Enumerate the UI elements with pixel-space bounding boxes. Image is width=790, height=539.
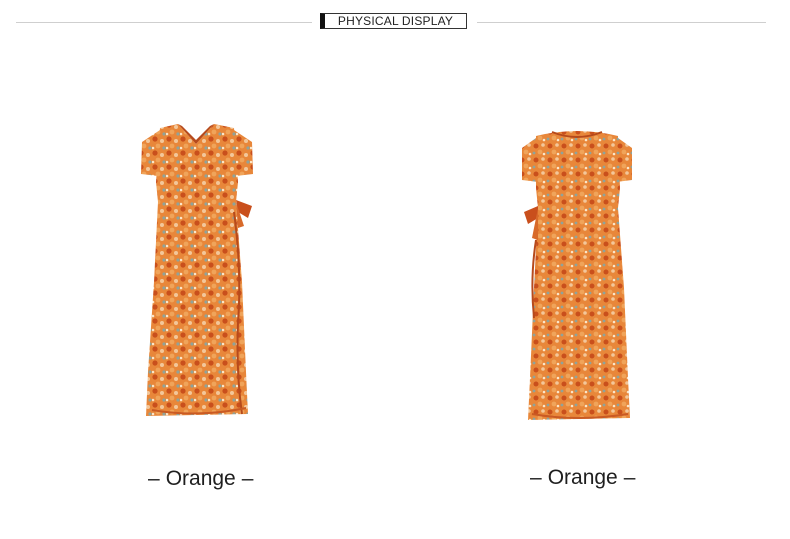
header-divider-left	[16, 22, 312, 23]
section-title: PHYSICAL DISPLAY	[320, 13, 467, 29]
color-label: Orange	[547, 466, 618, 489]
caption-dash-left: –	[148, 467, 160, 490]
back-color-caption: – Orange –	[524, 466, 641, 490]
front-color-caption: – Orange –	[142, 467, 259, 491]
color-label: Orange	[165, 467, 236, 490]
caption-dash-right: –	[241, 467, 254, 490]
header-divider-right	[477, 22, 766, 23]
caption-dash-right: –	[623, 466, 636, 489]
dress-front-image	[138, 122, 256, 420]
dress-back-image	[518, 128, 636, 424]
caption-dash-left: –	[530, 466, 542, 489]
